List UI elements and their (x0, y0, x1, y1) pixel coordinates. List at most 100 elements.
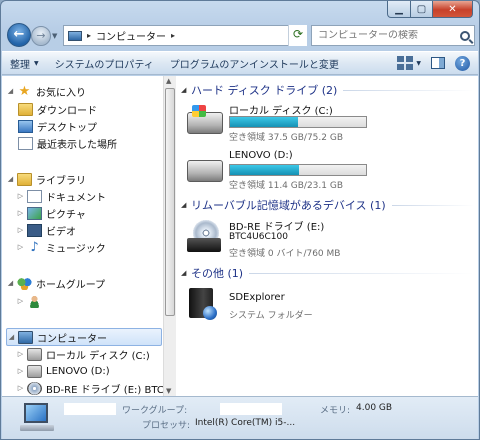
organize-button[interactable]: 整理 ▼ (2, 52, 47, 74)
item-type: システム フォルダー (229, 311, 313, 321)
navigation-pane[interactable]: ◢ ★ お気に入り ダウンロード デスクトップ 最近表示した場所 ◢ ライブラリ (2, 76, 163, 396)
section-divider (343, 89, 474, 91)
maximize-button[interactable]: ▢ (411, 1, 433, 18)
search-input[interactable] (318, 30, 456, 41)
drive-item-d[interactable]: LENOVO (D:) 空き領域 11.4 GB/23.1 GB (187, 150, 467, 192)
chevron-right-icon[interactable]: ▸ (87, 31, 91, 40)
sidebar-scrollbar[interactable]: ▲ ▼ (163, 76, 176, 396)
sidebar-item-recent-places[interactable]: 最近表示した場所 (16, 134, 117, 152)
collapse-icon[interactable]: ◢ (181, 201, 191, 209)
change-view-icon[interactable] (397, 56, 414, 70)
sidebar-item-documents[interactable]: ▷ ドキュメント (16, 187, 106, 205)
forward-button[interactable]: → (31, 26, 51, 46)
sidebar-item-label: ビデオ (46, 226, 76, 238)
hard-drive-icon (187, 160, 223, 182)
expand-icon[interactable]: ▷ (16, 297, 25, 305)
preview-pane-icon[interactable] (431, 57, 445, 69)
refresh-icon: ⟳ (292, 27, 304, 41)
search-box[interactable] (311, 25, 475, 46)
collapse-icon[interactable]: ◢ (181, 269, 191, 277)
drive-item-c[interactable]: ローカル ディスク (C:) 空き領域 37.5 GB/75.2 GB (187, 102, 467, 144)
breadcrumb-computer[interactable]: コンピューター (96, 28, 166, 43)
videos-icon (27, 223, 42, 237)
recent-places-icon (18, 136, 33, 150)
expand-icon[interactable]: ▷ (16, 209, 25, 217)
navigation-bar: ← → ▼ ▸ コンピューター ▸ ▼ ⟳ (7, 23, 475, 49)
expand-icon[interactable]: ▷ (16, 367, 25, 375)
disc-label: BTC4U6C100 (229, 232, 288, 242)
workgroup-value-redacted (220, 403, 282, 415)
close-button[interactable]: ✕ (433, 1, 473, 18)
drive-item-bd-re[interactable]: BD-RE ドライブ (E:) BTC4U6C100 空き領域 0 バイト/76… (187, 218, 467, 264)
sidebar-group-homegroup[interactable]: ◢ ホームグループ (6, 274, 105, 292)
computer-name-redacted (64, 403, 116, 415)
sidebar-item-lenovo-d[interactable]: ▷ LENOVO (D:) (16, 362, 110, 380)
recent-pages-dropdown[interactable]: ▼ (52, 32, 60, 40)
file-list-pane: ◢ ハード ディスク ドライブ (2) ローカル ディスク (C:) 空き領域 … (177, 76, 478, 396)
uninstall-program-button[interactable]: プログラムのアンインストールと変更 (162, 52, 347, 74)
expand-icon[interactable]: ▷ (16, 243, 25, 251)
sidebar-item-videos[interactable]: ▷ ビデオ (16, 221, 76, 239)
section-divider (391, 204, 474, 206)
section-header-removable[interactable]: ◢ リムーバブル記憶域があるデバイス (1) (181, 197, 474, 213)
drive-name: ローカル ディスク (C:) (229, 106, 333, 117)
sidebar-item-label: コンピューター (37, 333, 107, 345)
help-icon[interactable]: ? (455, 55, 470, 71)
sidebar-item-label: ミュージック (46, 243, 106, 255)
minimize-button[interactable]: ▁ (387, 1, 411, 18)
collapse-icon[interactable]: ◢ (6, 279, 15, 287)
collapse-icon[interactable]: ◢ (181, 86, 191, 94)
section-divider (249, 272, 474, 274)
chevron-right-icon[interactable]: ▸ (171, 31, 175, 40)
back-button[interactable]: ← (7, 23, 31, 47)
section-header-hard-disks[interactable]: ◢ ハード ディスク ドライブ (2) (181, 82, 474, 98)
explorer-window: ▁ ▢ ✕ ← → ▼ ▸ コンピューター ▸ ▼ ⟳ 整理 ▼ (0, 0, 480, 440)
pictures-icon (27, 206, 42, 220)
other-item-sdexplorer[interactable]: SDExplorer システム フォルダー (187, 286, 467, 326)
collapse-icon[interactable]: ◢ (6, 175, 15, 183)
sidebar-item-music[interactable]: ▷ ♪ ミュージック (16, 238, 106, 256)
scroll-up-icon[interactable]: ▲ (166, 77, 171, 85)
sidebar-group-libraries[interactable]: ◢ ライブラリ (6, 170, 86, 188)
drive-name: BD-RE ドライブ (E:) (229, 222, 325, 233)
usage-bar-fill (230, 165, 300, 175)
organize-label: 整理 (10, 59, 30, 71)
collapse-icon[interactable]: ◢ (6, 87, 15, 95)
expand-icon[interactable]: ▷ (16, 350, 25, 358)
view-dropdown-icon[interactable]: ▼ (416, 60, 421, 67)
content-area: ◢ ★ お気に入り ダウンロード デスクトップ 最近表示した場所 ◢ ライブラリ (2, 76, 478, 396)
computer-icon (68, 30, 82, 41)
refresh-button[interactable]: ⟳ (288, 25, 307, 46)
sidebar-item-pictures[interactable]: ▷ ピクチャ (16, 204, 86, 222)
sidebar-group-computer[interactable]: ◢ コンピューター (6, 328, 162, 346)
scroll-down-icon[interactable]: ▼ (166, 387, 171, 395)
section-header-other[interactable]: ◢ その他 (1) (181, 265, 474, 281)
expand-icon[interactable]: ▷ (16, 384, 25, 392)
expand-icon[interactable]: ▷ (16, 226, 25, 234)
sidebar-item-label: ライブラリ (36, 175, 86, 187)
address-bar[interactable]: ▸ コンピューター ▸ ▼ (63, 25, 307, 46)
section-title: その他 (1) (191, 267, 244, 280)
star-icon: ★ (18, 83, 31, 99)
scrollbar-thumb[interactable] (165, 88, 175, 316)
sidebar-item-label: ホームグループ (36, 279, 106, 291)
sidebar-item-homegroup-user[interactable]: ▷ (16, 292, 46, 310)
sidebar-item-desktop[interactable]: デスクトップ (16, 117, 97, 135)
sidebar-item-downloads[interactable]: ダウンロード (16, 100, 97, 118)
sidebar-group-favorites[interactable]: ◢ ★ お気に入り (6, 82, 86, 100)
collapse-icon[interactable]: ◢ (7, 333, 16, 341)
sidebar-item-local-disk-c[interactable]: ▷ ローカル ディスク (C:) (16, 345, 150, 363)
sidebar-item-bd-re-e[interactable]: ▷ BD-RE ドライブ (E:) BTC4U (16, 379, 163, 396)
computer-icon (18, 330, 33, 344)
expand-icon[interactable]: ▷ (16, 192, 25, 200)
homegroup-icon (17, 276, 32, 290)
sidebar-item-label: ローカル ディスク (C:) (46, 350, 150, 362)
toolbar-right: ▼ ? (397, 55, 478, 71)
hard-drive-icon (27, 347, 42, 361)
usage-bar (229, 116, 367, 128)
drive-name: LENOVO (D:) (229, 150, 293, 161)
sidebar-item-label: LENOVO (D:) (46, 365, 110, 377)
search-icon[interactable] (460, 30, 470, 41)
globe-icon (203, 306, 217, 320)
system-properties-button[interactable]: システムのプロパティ (47, 52, 162, 74)
